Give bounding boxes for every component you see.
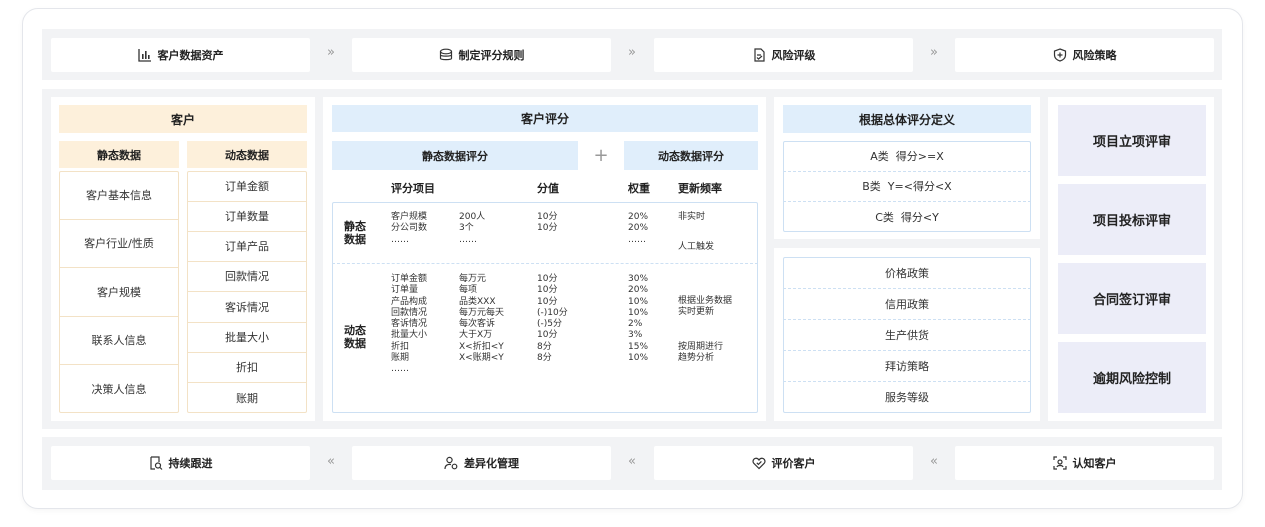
dynamic-values: 每万元 每项 品类XXX 每万元每天 每次客诉 大于X万 X<折扣<Y X<账期<Y — [459, 274, 505, 364]
customer-title: 客户 — [59, 105, 307, 133]
dynamic-weights: 30% 20% 10% 10% 2% 3% 15% 10% — [628, 274, 649, 364]
flow-step-label: 差异化管理 — [464, 457, 519, 470]
search-doc-icon — [149, 456, 162, 470]
flow-step-scoring-rules: 制定评分规则 — [352, 38, 611, 72]
scan-face-icon — [1052, 456, 1067, 470]
flow-step-risk-rating: 风险评级 — [654, 38, 913, 72]
policy-item: 服务等级 — [885, 391, 929, 404]
static-values: 200人 3个…… — [459, 212, 486, 245]
grade-a: A类 得分>=X — [870, 150, 944, 163]
static-items: 客户规模 分公司数…… — [391, 212, 428, 245]
chevron-right-icon: » — [930, 45, 938, 60]
dynamic-item: 订单数量 — [225, 210, 269, 223]
flow-step-know-customer: 认知客户 — [955, 446, 1214, 480]
static-item: 决策人信息 — [91, 382, 147, 396]
chevron-left-icon: « — [930, 454, 938, 469]
chevron-right-icon: » — [327, 45, 335, 60]
review-project-bidding: 项目投标评审 — [1058, 184, 1206, 255]
dynamic-item: 折扣 — [236, 361, 258, 374]
dynamic-item: 批量大小 — [225, 331, 269, 344]
flow-step-label: 客户数据资产 — [157, 49, 224, 62]
dynamic-item: 订单产品 — [225, 240, 269, 253]
scoring-title: 客户评分 — [332, 105, 758, 132]
flow-step-label: 评价客户 — [771, 457, 816, 470]
flow-step-risk-strategy: 风险策略 — [955, 38, 1214, 72]
dynamic-item: 订单金额 — [225, 180, 269, 193]
dynamic-frequency-realtime: 根据业务数据 实时更新 — [678, 296, 733, 318]
dynamic-data-header: 动态数据 — [187, 141, 307, 168]
policy-item: 拜访策略 — [885, 359, 929, 373]
chevron-right-icon: » — [628, 45, 636, 60]
static-data-header: 静态数据 — [59, 141, 179, 168]
plus-icon: + — [593, 145, 609, 166]
flow-step-label: 制定评分规则 — [458, 49, 525, 62]
static-item: 联系人信息 — [91, 334, 147, 347]
flow-step-follow-up: 持续跟进 — [51, 446, 310, 480]
static-scoring-header: 静态数据评分 — [332, 141, 578, 170]
static-group-label: 静态 数据 — [344, 220, 366, 246]
database-icon — [439, 48, 452, 61]
user-gear-icon — [444, 456, 458, 470]
static-item: 客户规模 — [97, 285, 141, 299]
column-header-score: 分值 — [537, 182, 559, 195]
heart-check-icon — [751, 457, 766, 470]
dynamic-item: 账期 — [236, 391, 258, 405]
review-overdue-risk: 逾期风险控制 — [1058, 342, 1206, 413]
static-item: 客户基本信息 — [86, 189, 152, 202]
static-weights: 20% 20%…… — [628, 212, 649, 245]
policy-item: 信用政策 — [885, 297, 929, 311]
bar-chart-icon — [137, 49, 151, 62]
flow-step-label: 持续跟进 — [168, 457, 213, 470]
column-header-weight: 权重 — [628, 182, 650, 195]
dynamic-group-label: 动态 数据 — [344, 324, 366, 350]
column-header-item: 评分项目 — [391, 182, 435, 195]
dynamic-scoring-header: 动态数据评分 — [624, 141, 758, 170]
static-frequency-realtime: 非实时 — [678, 212, 706, 222]
shield-icon — [1053, 48, 1066, 62]
dynamic-item: 客诉情况 — [225, 300, 269, 314]
flow-step-customer-data-assets: 客户数据资产 — [51, 38, 310, 72]
grade-b: B类 Y=<得分<X — [862, 180, 952, 193]
static-frequency-manual: 人工触发 — [678, 242, 715, 252]
dynamic-items: 订单金额 订单量 产品构成 回款情况 客诉情况 批量大小 折扣 账期…… — [391, 274, 428, 375]
static-item: 客户行业/性质 — [84, 237, 154, 250]
flow-step-label: 风险策略 — [1072, 49, 1117, 62]
flow-step-label: 风险评级 — [771, 49, 816, 62]
policy-item: 生产供货 — [885, 328, 929, 342]
flow-step-differentiated-management: 差异化管理 — [352, 446, 611, 480]
review-contract-signing: 合同签订评审 — [1058, 263, 1206, 334]
document-check-icon — [753, 48, 765, 62]
dynamic-scores: 10分 10分 10分 (-)10分 (-)5分 10分 8分 8分 — [537, 274, 568, 364]
definition-title: 根据总体评分定义 — [783, 105, 1031, 133]
grade-c: C类 得分<Y — [875, 210, 939, 224]
chevron-left-icon: « — [327, 454, 335, 469]
dynamic-item: 回款情况 — [225, 270, 269, 283]
review-project-initiation: 项目立项评审 — [1058, 105, 1206, 176]
dynamic-frequency-trend: 按周期进行 趋势分析 — [678, 342, 724, 364]
chevron-left-icon: « — [628, 454, 636, 469]
static-scores: 10分 10分 — [537, 212, 558, 234]
flow-step-evaluate-customer: 评价客户 — [654, 446, 913, 480]
policy-item: 价格政策 — [885, 266, 929, 280]
flow-step-label: 认知客户 — [1072, 457, 1117, 470]
column-header-frequency: 更新频率 — [678, 182, 722, 195]
